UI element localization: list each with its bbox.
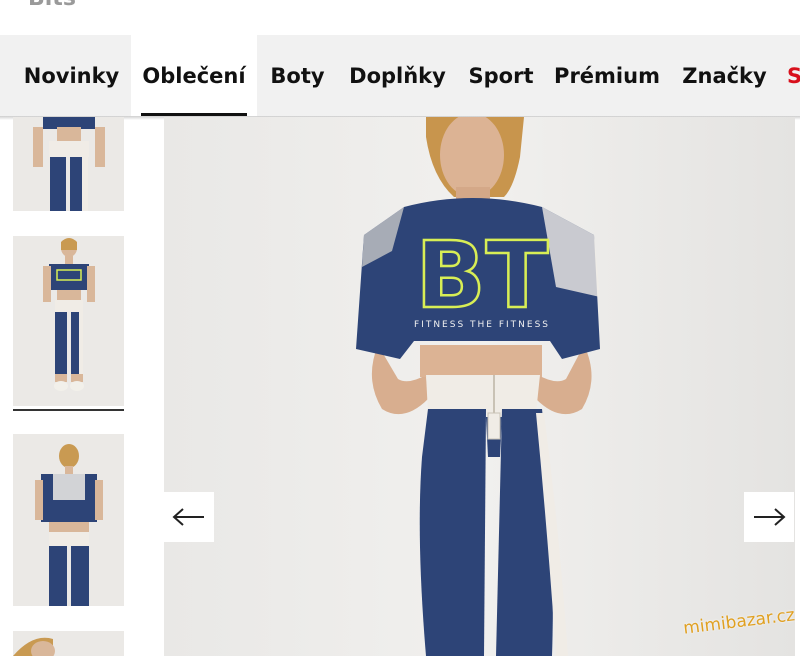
- carousel-prev-button[interactable]: [164, 492, 214, 542]
- tab-sport[interactable]: Sport: [460, 35, 542, 117]
- thumbnail-3-image: [13, 434, 124, 606]
- tab-obleceni[interactable]: Oblečení: [131, 35, 257, 117]
- header-brand-partial: Bits: [28, 0, 76, 11]
- tab-znacky[interactable]: Značky: [672, 35, 777, 117]
- arrow-right-icon: [754, 508, 786, 526]
- tab-doplnky[interactable]: Doplňky: [340, 35, 455, 117]
- tab-sale-partial[interactable]: S: [787, 35, 800, 117]
- category-nav: Novinky Oblečení Boty Doplňky Sport Prém…: [0, 35, 800, 117]
- arrow-left-icon: [172, 508, 204, 526]
- thumbnail-selected-indicator: [13, 409, 124, 411]
- thumbnail-4-image: [13, 631, 124, 656]
- thumbnail-1[interactable]: [13, 117, 124, 211]
- main-product-image[interactable]: BT FITNESS THE FITNESS: [164, 117, 795, 656]
- thumbnail-4[interactable]: [13, 631, 124, 656]
- product-photo: BT FITNESS THE FITNESS: [164, 117, 795, 656]
- thumbnail-2[interactable]: [13, 236, 124, 406]
- shirt-slogan-text: FITNESS THE FITNESS: [414, 320, 550, 330]
- shirt-graphic-text: BT: [416, 222, 549, 329]
- tab-novinky[interactable]: Novinky: [14, 35, 129, 117]
- thumbnail-1-image: [13, 117, 124, 211]
- tab-premium[interactable]: Prémium: [546, 35, 668, 117]
- tab-boty[interactable]: Boty: [260, 35, 335, 117]
- carousel-next-button[interactable]: [744, 492, 794, 542]
- thumbnail-2-image: [13, 236, 124, 406]
- thumbnail-3[interactable]: [13, 434, 124, 606]
